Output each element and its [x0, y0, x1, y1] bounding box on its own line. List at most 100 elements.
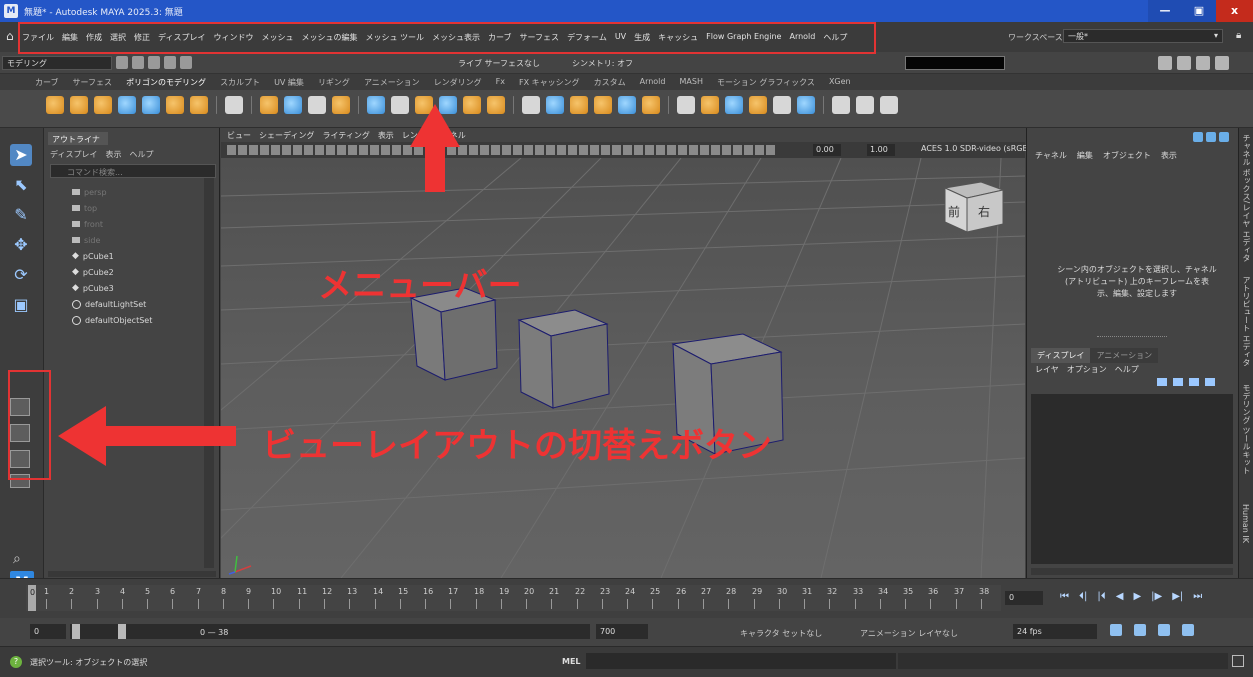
- viewport-tool-icon[interactable]: [711, 145, 720, 155]
- channel-box-scrollbar[interactable]: [1031, 568, 1233, 575]
- viewport-tool-icon[interactable]: [447, 145, 456, 155]
- character-set-select[interactable]: キャラクタ セットなし: [740, 628, 822, 639]
- viewport-tool-icon[interactable]: [348, 145, 357, 155]
- viewport-menu-item[interactable]: 表示: [378, 130, 394, 141]
- modeling-toolkit-icon[interactable]: [1158, 56, 1172, 70]
- shelf-tool-icon[interactable]: [642, 96, 660, 114]
- shelf-tool-icon[interactable]: [832, 96, 850, 114]
- person-icon[interactable]: [1193, 132, 1203, 142]
- shelf-tool-icon[interactable]: [749, 96, 767, 114]
- range-handle-start[interactable]: [72, 624, 80, 639]
- viewport-tool-icon[interactable]: [722, 145, 731, 155]
- mel-label[interactable]: MEL: [562, 657, 581, 666]
- viewport-menu-item[interactable]: パネル: [442, 130, 466, 141]
- shelf-tool-icon[interactable]: [487, 96, 505, 114]
- viewport-tool-icon[interactable]: [656, 145, 665, 155]
- outliner-hscrollbar[interactable]: [48, 571, 216, 577]
- channel-box-menu-item[interactable]: オブジェクト: [1103, 150, 1151, 161]
- symmetry-label[interactable]: シンメトリ: オフ: [572, 58, 633, 69]
- fps-select[interactable]: 24 fps: [1013, 624, 1097, 639]
- shelf-tool-icon[interactable]: [439, 96, 457, 114]
- viewport-tool-icon[interactable]: [733, 145, 742, 155]
- shelf-tab[interactable]: リギング: [318, 77, 350, 88]
- shelf-tool-icon[interactable]: [70, 96, 88, 114]
- layer-menu-item[interactable]: ヘルプ: [1115, 364, 1139, 375]
- panel-divider[interactable]: [1097, 336, 1167, 337]
- shelf-tool-icon[interactable]: [463, 96, 481, 114]
- layer-menu-item[interactable]: レイヤ: [1035, 364, 1059, 375]
- range-end-field[interactable]: 700: [596, 624, 648, 639]
- viewport-tool-icon[interactable]: [623, 145, 632, 155]
- auto-key-icon[interactable]: [1134, 624, 1146, 636]
- viewport-tool-icon[interactable]: [315, 145, 324, 155]
- outliner-scrollbar[interactable]: [204, 178, 214, 568]
- time-slider-track[interactable]: 1 2 3 4 5 6 7 8 9 10 11 12 13 14 15 16 17 18 19 20 21 22 23 24 2…: [26, 585, 1001, 611]
- shelf-tab[interactable]: ポリゴンのモデリング: [126, 77, 206, 88]
- shelf-tool-icon[interactable]: [308, 96, 326, 114]
- layer-list[interactable]: [1031, 394, 1233, 564]
- shelf-tool-icon[interactable]: [856, 96, 874, 114]
- preferences-icon[interactable]: [1182, 624, 1194, 636]
- script-editor-icon[interactable]: [1232, 655, 1244, 667]
- playback-button[interactable]: ▶|: [1172, 591, 1183, 602]
- range-start-field[interactable]: 0: [30, 624, 66, 639]
- shelf-tab[interactable]: UV 編集: [274, 77, 304, 88]
- channel-box-menu-item[interactable]: チャネル: [1035, 150, 1067, 161]
- shelf-tab[interactable]: サーフェス: [73, 77, 113, 88]
- shelf-tool-icon[interactable]: [415, 96, 433, 114]
- viewport-tool-icon[interactable]: [667, 145, 676, 155]
- viewport-tool-icon[interactable]: [337, 145, 346, 155]
- live-surface-label[interactable]: ライブ サーフェスなし: [458, 58, 540, 69]
- open-scene-icon[interactable]: [132, 56, 144, 69]
- channel-box-menu-item[interactable]: 表示: [1161, 150, 1177, 161]
- viewport-menu-item[interactable]: レンダラ: [402, 130, 434, 141]
- viewport-menu-item[interactable]: ビュー: [227, 130, 251, 141]
- shelf-tab[interactable]: スカルプト: [220, 77, 260, 88]
- viewport-menu-item[interactable]: ライティング: [322, 130, 369, 141]
- viewport-menu-item[interactable]: シェーディング: [259, 130, 314, 141]
- viewport-tool-icon[interactable]: [293, 145, 302, 155]
- side-tab-human-ik[interactable]: Human IK: [1241, 504, 1250, 543]
- viewport-tool-icon[interactable]: [546, 145, 555, 155]
- viewport-tool-icon[interactable]: [282, 145, 291, 155]
- pencil-icon[interactable]: [1219, 132, 1229, 142]
- shelf-tool-icon[interactable]: [618, 96, 636, 114]
- viewport-tool-icon[interactable]: [579, 145, 588, 155]
- viewport-tool-icon[interactable]: [755, 145, 764, 155]
- viewport-tool-icon[interactable]: [458, 145, 467, 155]
- exposure-field[interactable]: 0.00: [813, 144, 841, 156]
- minimize-button[interactable]: —: [1148, 0, 1182, 22]
- outliner-item[interactable]: top: [72, 200, 152, 216]
- shelf-tab[interactable]: カーブ: [35, 77, 59, 88]
- new-layer-icon[interactable]: [1189, 378, 1199, 386]
- range-bar[interactable]: 0 — 38: [70, 624, 590, 639]
- shelf-tool-icon[interactable]: [570, 96, 588, 114]
- outliner-menu-item[interactable]: ヘルプ: [129, 149, 153, 160]
- layer-up-icon[interactable]: [1157, 378, 1167, 386]
- shelf-tab[interactable]: アニメーション: [364, 77, 420, 88]
- viewport-tool-icon[interactable]: [700, 145, 709, 155]
- shelf-tool-icon[interactable]: [391, 96, 409, 114]
- outliner-tab[interactable]: アウトライナ: [48, 132, 108, 145]
- layer-down-icon[interactable]: [1173, 378, 1183, 386]
- anim-layer-select[interactable]: アニメーション レイヤなし: [860, 628, 958, 639]
- shelf-tool-icon[interactable]: [546, 96, 564, 114]
- viewport-tool-icon[interactable]: [425, 145, 434, 155]
- shelf-tab[interactable]: Fx: [496, 77, 505, 88]
- rotate-tool-icon[interactable]: ⟳: [10, 264, 32, 286]
- shelf-tool-icon[interactable]: [142, 96, 160, 114]
- outliner-item[interactable]: side: [72, 232, 152, 248]
- playback-button[interactable]: ▶: [1133, 591, 1141, 602]
- viewport-tool-icon[interactable]: [436, 145, 445, 155]
- viewport-tool-icon[interactable]: [678, 145, 687, 155]
- layer-tab[interactable]: アニメーション: [1090, 348, 1159, 363]
- outliner-item[interactable]: defaultLightSet: [72, 296, 152, 312]
- lasso-tool-icon[interactable]: ⬉: [10, 174, 32, 196]
- viewport-tool-icon[interactable]: [524, 145, 533, 155]
- shelf-tool-icon[interactable]: [46, 96, 64, 114]
- shelf-tool-icon[interactable]: [701, 96, 719, 114]
- outliner-search-input[interactable]: コマンド検索...: [50, 164, 216, 178]
- viewport-tool-icon[interactable]: [260, 145, 269, 155]
- viewport-tool-icon[interactable]: [645, 145, 654, 155]
- layer-menu-item[interactable]: オプション: [1067, 364, 1107, 375]
